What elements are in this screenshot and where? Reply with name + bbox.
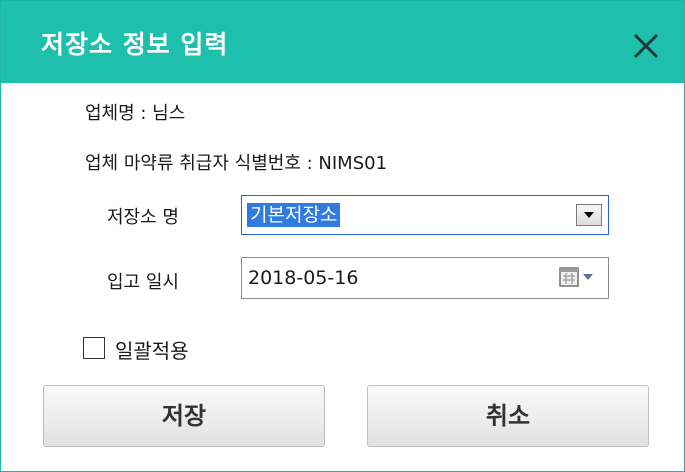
close-button[interactable] <box>629 29 663 63</box>
company-name-text: 업체명 : 님스 <box>85 103 186 124</box>
storage-name-value: 기본저장소 <box>247 203 341 227</box>
storage-name-select[interactable]: 기본저장소 <box>241 195 609 235</box>
cancel-button[interactable]: 취소 <box>367 385 649 447</box>
save-button[interactable]: 저장 <box>43 385 325 447</box>
dialog-title: 저장소 정보 입력 <box>41 30 229 59</box>
storage-info-dialog: 저장소 정보 입력 업체명 : 님스 업체 마약류 취급자 식별번호 : NIM… <box>0 0 685 472</box>
chevron-down-icon[interactable] <box>576 204 602 226</box>
calendar-button[interactable] <box>558 266 600 290</box>
license-number-text: 업체 마약류 취급자 식별번호 : NIMS01 <box>85 153 388 174</box>
storage-name-label: 저장소 명 <box>107 207 179 228</box>
apply-all-checkbox[interactable] <box>83 337 105 359</box>
apply-all-label[interactable]: 일괄적용 <box>115 335 189 364</box>
receipt-date-label: 입고 일시 <box>107 272 179 293</box>
close-icon <box>633 33 659 59</box>
calendar-icon <box>559 267 593 287</box>
receipt-date-picker[interactable]: 2018-05-16 <box>241 257 609 299</box>
dialog-titlebar: 저장소 정보 입력 <box>1 1 684 83</box>
receipt-date-value: 2018-05-16 <box>248 267 359 289</box>
